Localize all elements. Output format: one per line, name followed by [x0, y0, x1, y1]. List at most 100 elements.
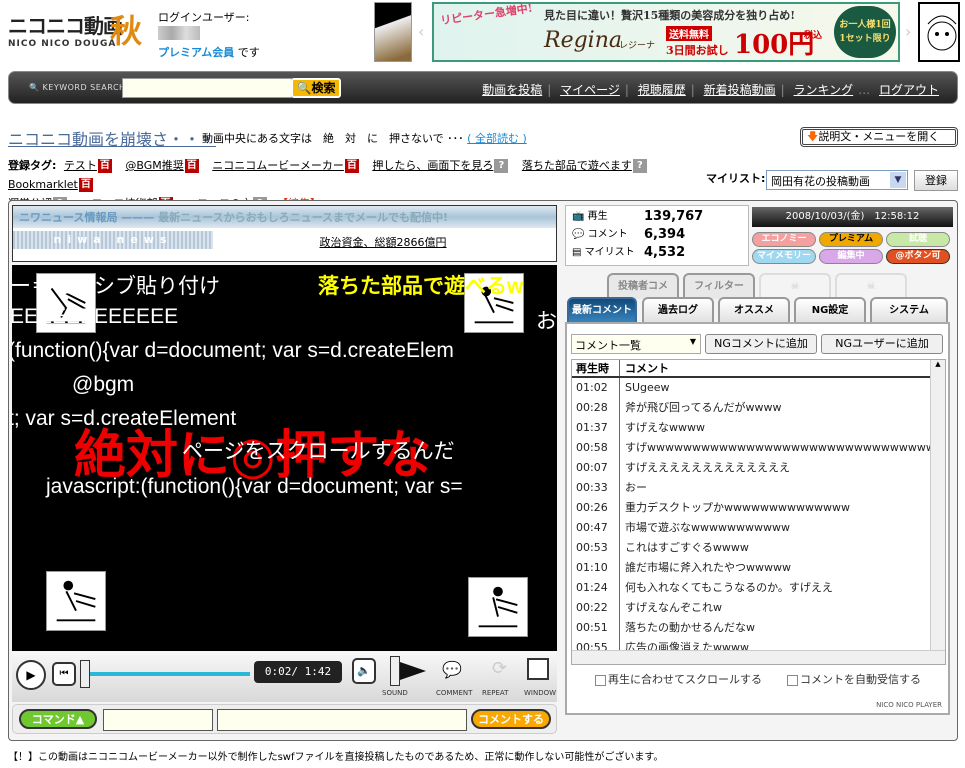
- tag-link[interactable]: Bookmarklet: [8, 178, 78, 191]
- comment-row[interactable]: 00:58 すげwwwwwwwwwwwwwwwwwwwwwwwwwwwwwwwww…: [572, 438, 945, 458]
- comment-row[interactable]: 00:28 斧が飛び回ってるんだがwwww: [572, 398, 945, 418]
- dic-badge[interactable]: 百: [78, 178, 93, 192]
- col-time-header[interactable]: 再生時: [572, 360, 620, 376]
- dic-badge[interactable]: 百: [344, 159, 359, 173]
- autoreceive-checkbox[interactable]: コメントを自動受信する: [787, 671, 921, 687]
- keyword-search-input[interactable]: [122, 78, 292, 98]
- tab-filter[interactable]: フィルター: [683, 273, 755, 299]
- mylist-register-button[interactable]: 登録: [914, 170, 958, 191]
- command-button[interactable]: コマンド▲: [19, 709, 97, 729]
- mode-economy: エコノミー: [752, 232, 816, 247]
- tab-recommended[interactable]: オススメ: [718, 297, 790, 323]
- ad-next-arrow-icon[interactable]: ›: [905, 22, 911, 41]
- comment-list-select[interactable]: コメント一覧 ▼: [571, 334, 701, 354]
- video-title[interactable]: ニコニコ動画を崩壊さ・・・: [8, 126, 216, 150]
- seek-bar[interactable]: [90, 672, 250, 676]
- nav-upload[interactable]: 動画を投稿: [482, 83, 542, 97]
- comment-row[interactable]: 00:33 おー: [572, 478, 945, 498]
- search-icon: 🔍: [296, 81, 312, 95]
- comment-row[interactable]: 00:53 これはすごすぐるwwww: [572, 538, 945, 558]
- comment-time: 00:07: [572, 458, 620, 478]
- tab-system[interactable]: システム: [870, 297, 948, 323]
- nav-logout[interactable]: ログアウト: [879, 83, 939, 97]
- tab-ng-settings[interactable]: NG設定: [794, 297, 866, 323]
- tag-link[interactable]: 落ちた部品で遊べます: [522, 159, 632, 172]
- falling-part-image[interactable]: [46, 571, 106, 631]
- dic-badge[interactable]: ?: [632, 159, 647, 173]
- comment-row[interactable]: 01:02 SUgeew: [572, 378, 945, 398]
- ad-thumbnail-right[interactable]: [918, 2, 960, 62]
- ad-badge: リピーター急増中!: [439, 1, 534, 28]
- play-button[interactable]: ▶: [16, 660, 46, 690]
- autoscroll-checkbox[interactable]: 再生に合わせてスクロールする: [595, 671, 762, 687]
- datetime-display: 2008/10/03/(金) 12:58:12: [752, 207, 953, 227]
- top-nav: 動画を投稿 | マイページ | 視聴履歴 | 新着投稿動画 | ランキング… ログアウト: [482, 83, 939, 97]
- tab-latest-comments[interactable]: 最新コメント: [567, 297, 637, 323]
- username-blurred: [158, 26, 200, 40]
- comment-row[interactable]: 00:47 市場で遊ぶなwwwwwwwwwww: [572, 518, 945, 538]
- player-brand: NICO NICO PLAYER: [876, 701, 942, 709]
- horizontal-scrollbar[interactable]: [572, 650, 945, 664]
- tab-past-log[interactable]: 過去ログ: [642, 297, 714, 323]
- comment-text: SUgeew: [625, 381, 670, 394]
- nav-history[interactable]: 視聴履歴: [638, 83, 686, 97]
- add-ng-comment-button[interactable]: NGコメントに追加: [705, 334, 817, 354]
- comment-icon: 💬: [572, 229, 585, 240]
- comment-row[interactable]: 00:26 重力デスクトップかwwwwwwwwwwwwww: [572, 498, 945, 518]
- tag-link[interactable]: テスト: [64, 159, 97, 172]
- dic-badge[interactable]: 百: [97, 159, 112, 173]
- mylist-label: マイリスト:: [706, 172, 766, 185]
- tag-link[interactable]: @BGM推奨: [125, 159, 183, 172]
- window-icon[interactable]: [527, 658, 549, 680]
- tag-item: 押したら、画面下を見ろ?: [372, 159, 509, 173]
- search-button[interactable]: 🔍検索: [291, 78, 341, 98]
- list-icon: ▤: [572, 247, 582, 258]
- nav-new-videos[interactable]: 新着投稿動画: [704, 83, 776, 97]
- comment-row[interactable]: 01:10 誰だ市場に斧入れたやつwwwww: [572, 558, 945, 578]
- comment-row[interactable]: 00:51 落ちたの動かせるんだなw: [572, 618, 945, 638]
- repeat-icon[interactable]: ⟳: [492, 658, 507, 679]
- volume-slider[interactable]: [390, 656, 400, 686]
- ad-prev-arrow-icon[interactable]: ‹: [418, 22, 424, 41]
- comment-toggle-icon[interactable]: 💬: [442, 660, 462, 679]
- dic-badge[interactable]: ?: [494, 159, 509, 173]
- mylist-select[interactable]: 岡田有花の投稿動画 ▼: [766, 170, 908, 190]
- site-logo[interactable]: ニコニコ動画 NICO NICO DOUGA 秋: [8, 10, 158, 54]
- comment-row[interactable]: 01:37 すげえなwwww: [572, 418, 945, 438]
- comment-overlay: javascript:(function(){var d=document; v…: [46, 475, 463, 498]
- add-ng-user-button[interactable]: NGユーザーに追加: [821, 334, 943, 354]
- tab-disabled-skull-icon: ☠: [759, 273, 831, 299]
- volume-icon[interactable]: 🔈: [352, 658, 376, 684]
- niwa-headline[interactable]: 政治資金、総額2866億円: [213, 234, 553, 250]
- open-menu-button[interactable]: 🡇説明文・メニューを開く: [800, 127, 958, 147]
- video-description: 動画中央にある文字は 絶 対 に 押さないで ･･･ ( 全部読む ): [202, 130, 527, 146]
- falling-part-image[interactable]: [468, 577, 528, 637]
- submit-comment-button[interactable]: コメントする: [471, 709, 551, 729]
- tab-uploader-comment[interactable]: 投稿者コメ: [607, 273, 679, 299]
- comment-row[interactable]: 01:24 何も入れなくてもこうなるのか。すげええ: [572, 578, 945, 598]
- nav-mypage[interactable]: マイページ: [560, 83, 620, 97]
- comment-time: 00:28: [572, 398, 620, 418]
- rewind-button[interactable]: ⏮: [52, 662, 76, 686]
- premium-member-link[interactable]: プレミアム会員: [158, 46, 234, 59]
- dic-badge[interactable]: 百: [184, 159, 199, 173]
- read-all-link[interactable]: ( 全部読む ): [467, 132, 527, 145]
- ad-banner[interactable]: リピーター急増中! 見た目に違い！贅沢15種類の美容成分を独り占め! Regin…: [432, 2, 900, 62]
- niwa-news-bar[interactable]: ニワニュース情報局 ——— 最新ニュースからおもしろニュースまでメールでも配信中…: [12, 205, 557, 262]
- tag-link[interactable]: 押したら、画面下を見ろ: [372, 159, 493, 172]
- mode-preview: 試聴: [886, 232, 950, 247]
- tag-link[interactable]: ニコニコムービーメーカー: [212, 159, 344, 172]
- tag-item: ニコニコムービーメーカー百: [212, 159, 359, 173]
- ad-thumbnail-left[interactable]: [374, 2, 412, 62]
- user-suffix: です: [237, 46, 260, 59]
- comment-text: 落ちたの動かせるんだなw: [625, 621, 755, 634]
- comment-row[interactable]: 00:22 すげえなんぞこれw: [572, 598, 945, 618]
- nav-ranking[interactable]: ランキング: [794, 83, 854, 97]
- vertical-scrollbar[interactable]: ▲: [930, 360, 945, 664]
- seek-handle[interactable]: [80, 660, 90, 688]
- video-screen[interactable]: ー＝ピクシブ貼り付け 落ちた部品で遊べるw EEEEEEEEEEEE お (fu…: [12, 265, 557, 651]
- comment-input[interactable]: [217, 709, 467, 731]
- comment-row[interactable]: 00:07 すげえええええええええええええ: [572, 458, 945, 478]
- col-comment-header[interactable]: コメント: [620, 360, 669, 376]
- command-input[interactable]: [103, 709, 213, 731]
